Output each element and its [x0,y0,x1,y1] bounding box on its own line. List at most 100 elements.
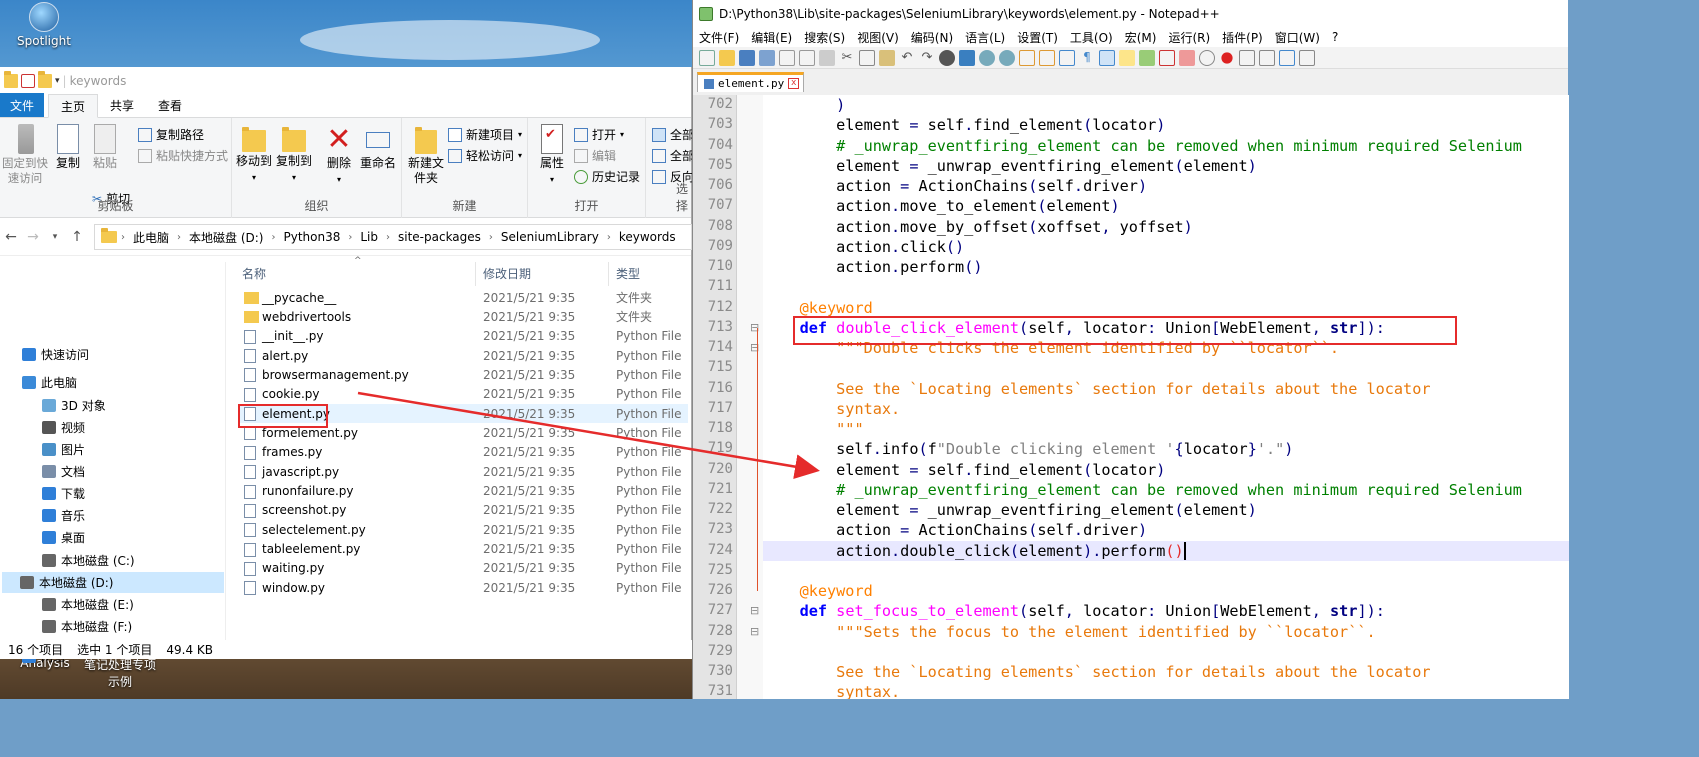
menu-item[interactable]: ? [1332,30,1338,44]
back-arrow-icon[interactable]: ← [0,229,22,245]
show-all-chars-icon[interactable]: ¶ [1079,50,1095,66]
close-file-icon[interactable] [779,49,795,66]
nav-item[interactable]: 下载 [42,483,85,504]
save-macro-icon[interactable] [1299,49,1315,66]
up-arrow-icon[interactable]: ↑ [66,229,88,245]
file-row[interactable]: window.py 2021/5/21 9:35 Python File [238,578,688,597]
file-row[interactable]: selectelement.py 2021/5/21 9:35 Python Fil… [238,520,688,539]
close-tab-icon[interactable]: x [788,78,800,89]
menu-item[interactable]: 搜索(S) [804,29,845,46]
breadcrumb-python38[interactable]: Python38 [279,230,344,244]
menu-item[interactable]: 宏(M) [1125,29,1157,46]
new-item-button[interactable]: 新建项目 ▾ [448,126,522,143]
easy-access-button[interactable]: 轻松访问 ▾ [448,147,522,164]
nav-item[interactable]: 此电脑 [22,372,77,393]
new-folder-button[interactable]: 新建文件夹 [406,124,446,186]
quick-access-dropdown-icon[interactable]: ▾ [55,76,60,86]
column-header-type[interactable]: 类型 [616,265,640,282]
history-button[interactable]: 历史记录 [574,168,640,185]
stop-macro-icon[interactable] [1239,49,1255,66]
file-row[interactable]: waiting.py 2021/5/21 9:35 Python File [238,559,688,578]
select-none-button[interactable]: 全部 [652,147,692,164]
redo-icon[interactable]: ↷ [919,50,935,66]
folder-workspace-icon[interactable] [1179,49,1195,66]
select-all-button[interactable]: 全部 [652,126,692,143]
recent-dropdown-icon[interactable]: ▾ [44,232,66,242]
zoom-in-icon[interactable] [979,49,995,66]
new-file-icon[interactable] [699,49,715,66]
nav-item[interactable]: 文档 [42,461,85,482]
rename-button[interactable]: 重命名 [358,124,398,171]
close-all-icon[interactable] [799,49,815,66]
menu-item[interactable]: 设置(T) [1017,29,1058,46]
paste-shortcut-button[interactable]: 粘贴快捷方式 [138,147,228,164]
breadcrumb-lib[interactable]: Lib [356,230,382,244]
file-row[interactable]: __pycache__ 2021/5/21 9:35 文件夹 [238,288,688,307]
nav-item[interactable]: 本地磁盘 (D:) [2,572,224,593]
menu-item[interactable]: 文件(F) [699,29,739,46]
forward-arrow-icon[interactable]: → [22,229,44,245]
paste-button[interactable]: 粘贴 [88,124,122,171]
nav-item[interactable]: 音乐 [42,505,85,526]
nav-item[interactable]: 本地磁盘 (F:) [42,616,132,637]
print-icon[interactable] [819,49,835,66]
file-row[interactable]: __init__.py 2021/5/21 9:35 Python File [238,327,688,346]
nav-item[interactable]: 3D 对象 [42,395,106,416]
save-all-icon[interactable] [759,49,775,66]
open-button[interactable]: 打开 ▾ [574,126,624,143]
replace-icon[interactable] [959,49,975,66]
paste-icon[interactable] [879,49,895,66]
copy-to-button[interactable]: 复制到 ▾ [274,124,314,185]
word-wrap-icon[interactable] [1059,49,1075,66]
fold-toggle-icon[interactable]: ⊟ [750,625,759,638]
file-row[interactable]: javascript.py 2021/5/21 9:35 Python File [238,462,688,481]
record-macro-icon[interactable] [1221,51,1233,64]
file-row[interactable]: cookie.py 2021/5/21 9:35 Python File [238,385,688,404]
nav-item[interactable]: 桌面 [42,527,85,548]
edit-button[interactable]: 编辑 [574,147,616,164]
file-row[interactable]: browsermanagement.py 2021/5/21 9:35 Python… [238,365,688,384]
undo-icon[interactable]: ↶ [899,50,915,66]
nav-item[interactable]: 本地磁盘 (E:) [42,594,134,615]
file-row[interactable]: screenshot.py 2021/5/21 9:35 Python File [238,501,688,520]
tab-share[interactable]: 共享 [98,93,146,117]
breadcrumb-keywords[interactable]: keywords [615,230,680,244]
play-macro-icon[interactable] [1259,49,1275,66]
nav-item[interactable]: 视频 [42,417,85,438]
tab-element-py[interactable]: element.py x [697,72,805,92]
breadcrumb-this-pc[interactable]: 此电脑 [129,229,173,246]
open-file-icon[interactable] [719,49,735,66]
save-icon[interactable] [739,49,755,66]
code-editor[interactable]: 702 ) 703 element = self.find_element(loc… [693,95,1569,699]
tab-file[interactable]: 文件 [0,93,45,117]
nav-item[interactable]: 本地磁盘 (C:) [42,550,135,571]
breadcrumb[interactable]: › 此电脑 › 本地磁盘 (D:) › Python38 › Lib › site-pa… [94,224,692,250]
monitoring-icon[interactable] [1199,49,1215,66]
move-to-button[interactable]: 移动到 ▾ [234,124,274,185]
pin-quick-access-button[interactable]: 固定到快速访问 [2,124,50,186]
file-row[interactable]: frames.py 2021/5/21 9:35 Python File [238,443,688,462]
function-list-icon[interactable] [1159,49,1175,66]
copy-button[interactable]: 复制 [52,124,84,171]
nav-item[interactable]: 图片 [42,439,85,460]
cut-icon[interactable]: ✂ [839,50,855,66]
menu-item[interactable]: 语言(L) [965,29,1005,46]
file-row[interactable]: runonfailure.py 2021/5/21 9:35 Python File [238,482,688,501]
sync-horizontal-icon[interactable] [1039,49,1055,66]
zoom-out-icon[interactable] [999,49,1015,66]
breadcrumb-site-packages[interactable]: site-packages [394,230,485,244]
doc-map-icon[interactable] [1139,49,1155,66]
fold-toggle-icon[interactable]: ⊟ [750,604,759,617]
properties-quick-icon[interactable] [21,73,35,88]
copy-path-button[interactable]: 复制路径 [138,126,204,143]
file-row[interactable]: alert.py 2021/5/21 9:35 Python File [238,346,688,365]
desktop-icon-notes[interactable]: 笔记处理专项 示例 [80,656,160,690]
indent-guide-icon[interactable] [1099,49,1115,66]
breadcrumb-drive-d[interactable]: 本地磁盘 (D:) [185,229,267,246]
desktop-icon-spotlight[interactable]: Spotlight [14,2,74,48]
menu-item[interactable]: 编辑(E) [751,29,792,46]
menu-item[interactable]: 视图(V) [857,29,899,46]
file-row[interactable]: webdrivertools 2021/5/21 9:35 文件夹 [238,307,688,326]
menu-item[interactable]: 窗口(W) [1275,29,1320,46]
file-row[interactable]: tableelement.py 2021/5/21 9:35 Python File [238,540,688,559]
